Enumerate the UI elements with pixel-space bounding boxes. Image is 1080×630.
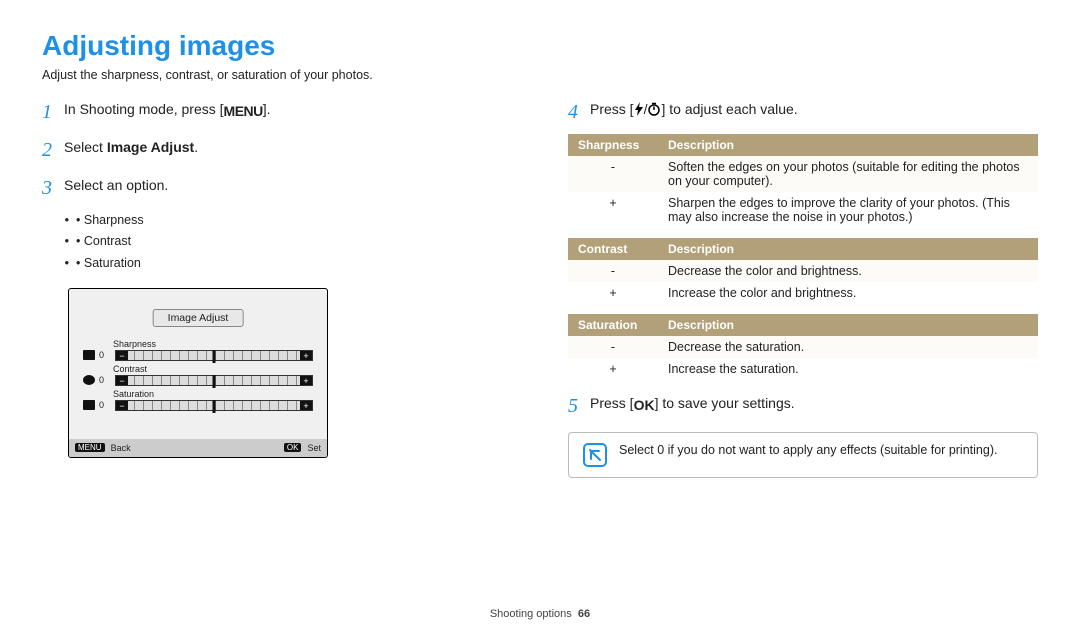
step-number: 2	[42, 134, 64, 166]
cell-sign: +	[568, 282, 658, 304]
slider-bar: −+	[115, 400, 313, 411]
slider-value: 0	[99, 375, 109, 385]
cell-sign: -	[568, 156, 658, 192]
step-number: 5	[568, 390, 590, 422]
cell-desc: Decrease the color and brightness.	[658, 260, 1038, 282]
menu-button-icon: MENU	[224, 100, 263, 122]
note-box: Select 0 if you do not want to apply any…	[568, 432, 1038, 478]
cell-sign: -	[568, 260, 658, 282]
page-subtitle: Adjust the sharpness, contrast, or satur…	[42, 68, 1038, 82]
slider-bar: −+	[115, 375, 313, 386]
step-text: Press [	[590, 395, 634, 411]
slider-label: Saturation	[113, 389, 313, 399]
step-number: 4	[568, 96, 590, 128]
page-footer: Shooting options 66	[0, 608, 1080, 620]
cell-sign: -	[568, 336, 658, 358]
step-number: 3	[42, 172, 64, 204]
table-header: Saturation	[568, 314, 658, 336]
menu-key-icon: MENU	[75, 443, 105, 452]
step-text: ] to save your settings.	[655, 395, 795, 411]
cell-desc: Decrease the saturation.	[658, 336, 1038, 358]
timer-icon	[647, 100, 661, 122]
list-item: Saturation	[76, 253, 512, 274]
table-row: -Decrease the saturation.	[568, 336, 1038, 358]
right-column: 4 Press [/] to adjust each value. Sharpn…	[568, 96, 1038, 478]
slider-label: Sharpness	[113, 339, 313, 349]
note-icon	[583, 443, 607, 467]
slider-value: 0	[99, 400, 109, 410]
saturation-table: Saturation Description -Decrease the sat…	[568, 314, 1038, 380]
cell-desc: Increase the color and brightness.	[658, 282, 1038, 304]
step-text-bold: Image Adjust	[107, 139, 194, 155]
step-1: 1 In Shooting mode, press [MENU].	[42, 96, 512, 128]
table-row: +Increase the saturation.	[568, 358, 1038, 380]
set-label: Set	[307, 443, 321, 453]
slider-label: Contrast	[113, 364, 313, 374]
saturation-icon	[83, 400, 95, 410]
screen-title: Image Adjust	[153, 309, 244, 327]
step-5: 5 Press [OK] to save your settings.	[568, 390, 1038, 422]
step-text: In Shooting mode, press [	[64, 101, 224, 117]
table-header: Description	[658, 314, 1038, 336]
camera-screen-mockup: Image Adjust Sharpness 0 −+ Contrast 0 −…	[68, 288, 328, 458]
step-text: .	[194, 139, 198, 155]
sharpness-table: Sharpness Description -Soften the edges …	[568, 134, 1038, 228]
cell-desc: Soften the edges on your photos (suitabl…	[658, 156, 1038, 192]
table-header: Description	[658, 134, 1038, 156]
step-text: Select	[64, 139, 107, 155]
cell-desc: Sharpen the edges to improve the clarity…	[658, 192, 1038, 228]
slider-row: 0 −+	[83, 350, 313, 361]
table-header: Sharpness	[568, 134, 658, 156]
back-label: Back	[111, 443, 131, 453]
slider-row: 0 −+	[83, 375, 313, 386]
table-row: -Decrease the color and brightness.	[568, 260, 1038, 282]
footer-section: Shooting options	[490, 608, 572, 620]
footer-page: 66	[578, 608, 590, 620]
table-row: +Increase the color and brightness.	[568, 282, 1038, 304]
ok-button-icon: OK	[634, 394, 655, 416]
left-column: 1 In Shooting mode, press [MENU]. 2 Sele…	[42, 96, 512, 478]
slider-row: 0 −+	[83, 400, 313, 411]
slider-value: 0	[99, 350, 109, 360]
screen-footer: MENU Back OK Set	[69, 439, 327, 457]
page-title: Adjusting images	[42, 30, 1038, 62]
step-2: 2 Select Image Adjust.	[42, 134, 512, 166]
step-text: Select an option.	[64, 172, 168, 196]
table-header: Contrast	[568, 238, 658, 260]
cell-sign: +	[568, 358, 658, 380]
note-text: Select 0 if you do not want to apply any…	[619, 443, 997, 457]
step-3: 3 Select an option.	[42, 172, 512, 204]
table-row: -Soften the edges on your photos (suitab…	[568, 156, 1038, 192]
sharpness-icon	[83, 350, 95, 360]
table-row: +Sharpen the edges to improve the clarit…	[568, 192, 1038, 228]
ok-key-icon: OK	[284, 443, 302, 452]
contrast-table: Contrast Description -Decrease the color…	[568, 238, 1038, 304]
flash-icon	[634, 100, 644, 122]
step-4: 4 Press [/] to adjust each value.	[568, 96, 1038, 128]
slider-bar: −+	[115, 350, 313, 361]
step-text: ].	[263, 101, 271, 117]
cell-desc: Increase the saturation.	[658, 358, 1038, 380]
contrast-icon	[83, 375, 95, 385]
list-item: Sharpness	[76, 210, 512, 231]
list-item: Contrast	[76, 231, 512, 252]
cell-sign: +	[568, 192, 658, 228]
step-number: 1	[42, 96, 64, 128]
option-list: Sharpness Contrast Saturation	[76, 210, 512, 274]
table-header: Description	[658, 238, 1038, 260]
step-text: Press [	[590, 101, 634, 117]
step-text: ] to adjust each value.	[661, 101, 797, 117]
